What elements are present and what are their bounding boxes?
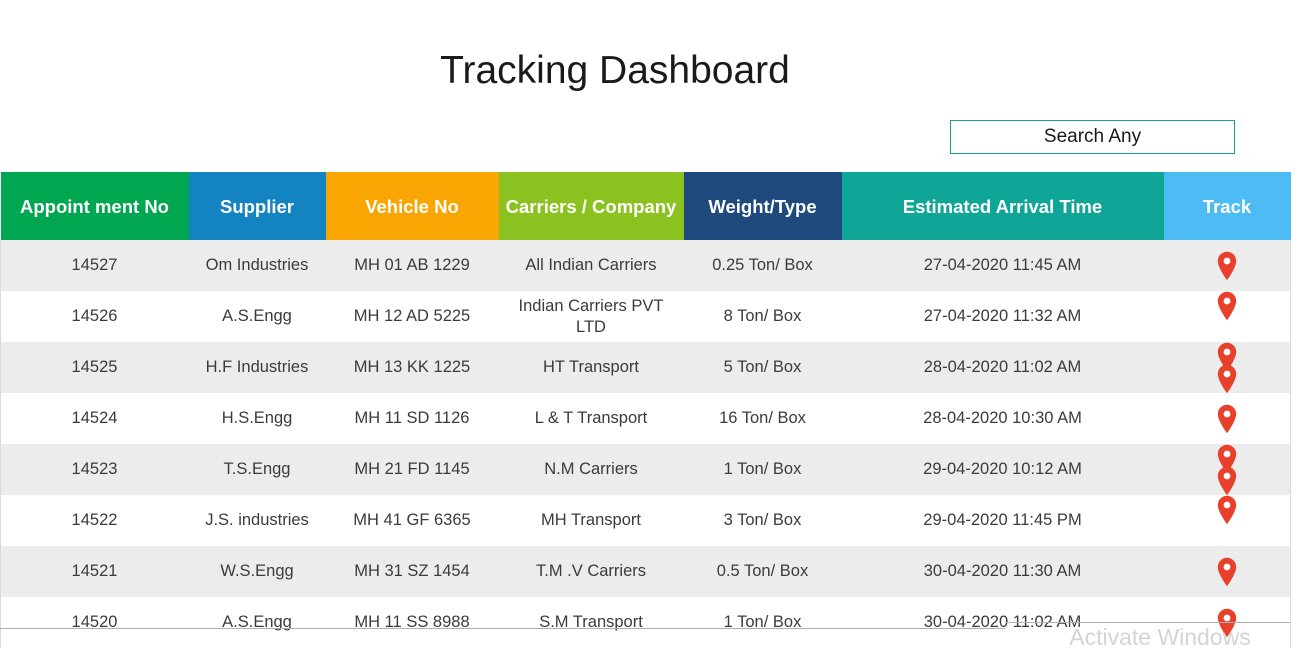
cell-supplier: H.S.Engg xyxy=(189,393,326,444)
column-header-label: Estimated Arrival Time xyxy=(903,196,1102,217)
table-row[interactable]: 14521W.S.EnggMH 31 SZ 1454T.M .V Carrier… xyxy=(1,546,1291,597)
column-header-label: Supplier xyxy=(220,196,294,217)
table-row[interactable]: 14523T.S.EnggMH 21 FD 1145N.M Carriers1 … xyxy=(1,444,1291,495)
column-header-carrier[interactable]: Carriers / Company xyxy=(499,172,684,240)
cell-appointment-no: 14526 xyxy=(1,291,189,342)
cell-eta: 29-04-2020 10:12 AM xyxy=(842,444,1164,495)
cell-track[interactable] xyxy=(1164,393,1291,444)
column-header-label: Weight/Type xyxy=(708,196,816,217)
cell-appointment-no: 14523 xyxy=(1,444,189,495)
cell-track[interactable] xyxy=(1164,291,1291,342)
cell-carrier: MH Transport xyxy=(499,495,684,546)
column-header-weight-type[interactable]: Weight/Type xyxy=(684,172,842,240)
cell-supplier: J.S. industries xyxy=(189,495,326,546)
cell-vehicle-no: MH 12 AD 5225 xyxy=(326,291,499,342)
cell-vehicle-no: MH 21 FD 1145 xyxy=(326,444,499,495)
cell-vehicle-no: MH 11 SS 8988 xyxy=(326,597,499,648)
column-header-eta[interactable]: Estimated Arrival Time xyxy=(842,172,1164,240)
table-body: 14527Om IndustriesMH 01 AB 1229All India… xyxy=(1,240,1291,648)
cell-eta: 29-04-2020 11:45 PM xyxy=(842,495,1164,546)
column-header-label: Carriers / Company xyxy=(506,196,677,217)
map-pin-icon[interactable] xyxy=(1170,557,1284,587)
cell-appointment-no: 14520 xyxy=(1,597,189,648)
column-header-label: Appoint ment No xyxy=(20,196,169,217)
cell-eta: 28-04-2020 11:02 AM xyxy=(842,342,1164,393)
tracking-table: Appoint ment No Supplier Vehicle No Carr… xyxy=(0,172,1291,648)
cell-weight-type: 3 Ton/ Box xyxy=(684,495,842,546)
cell-weight-type: 8 Ton/ Box xyxy=(684,291,842,342)
cell-carrier: S.M Transport xyxy=(499,597,684,648)
map-pin-icon[interactable] xyxy=(1170,495,1284,525)
map-pin-icon[interactable] xyxy=(1170,251,1284,281)
cell-supplier: Om Industries xyxy=(189,240,326,291)
cell-weight-type: 5 Ton/ Box xyxy=(684,342,842,393)
cell-carrier: T.M .V Carriers xyxy=(499,546,684,597)
cell-carrier: All Indian Carriers xyxy=(499,240,684,291)
table-header: Appoint ment No Supplier Vehicle No Carr… xyxy=(1,172,1291,240)
cell-weight-type: 0.25 Ton/ Box xyxy=(684,240,842,291)
cell-track[interactable] xyxy=(1164,444,1291,495)
column-header-vehicle-no[interactable]: Vehicle No xyxy=(326,172,499,240)
cell-carrier: Indian Carriers PVT LTD xyxy=(499,291,684,342)
map-pin-icon[interactable] xyxy=(1170,404,1284,434)
cell-carrier: N.M Carriers xyxy=(499,444,684,495)
table-row[interactable]: 14522J.S. industriesMH 41 GF 6365MH Tran… xyxy=(1,495,1291,546)
cell-appointment-no: 14524 xyxy=(1,393,189,444)
cell-appointment-no: 14525 xyxy=(1,342,189,393)
cell-appointment-no: 14521 xyxy=(1,546,189,597)
map-pin-icon[interactable] xyxy=(1170,291,1284,321)
cell-track[interactable] xyxy=(1164,546,1291,597)
cell-vehicle-no: MH 01 AB 1229 xyxy=(326,240,499,291)
map-pin-icon[interactable] xyxy=(1216,466,1238,496)
cell-supplier: A.S.Engg xyxy=(189,597,326,648)
cell-appointment-no: 14527 xyxy=(1,240,189,291)
cell-eta: 28-04-2020 10:30 AM xyxy=(842,393,1164,444)
cell-eta: 27-04-2020 11:45 AM xyxy=(842,240,1164,291)
column-header-supplier[interactable]: Supplier xyxy=(189,172,326,240)
cell-vehicle-no: MH 13 KK 1225 xyxy=(326,342,499,393)
cell-track[interactable] xyxy=(1164,240,1291,291)
cell-supplier: T.S.Engg xyxy=(189,444,326,495)
column-header-label: Track xyxy=(1203,196,1251,217)
table-row[interactable]: 14526A.S.EnggMH 12 AD 5225Indian Carrier… xyxy=(1,291,1291,342)
column-header-appointment-no[interactable]: Appoint ment No xyxy=(1,172,189,240)
cell-supplier: A.S.Engg xyxy=(189,291,326,342)
search-input[interactable] xyxy=(951,121,1234,153)
table-row[interactable]: 14525H.F IndustriesMH 13 KK 1225HT Trans… xyxy=(1,342,1291,393)
cell-weight-type: 1 Ton/ Box xyxy=(684,444,842,495)
cell-vehicle-no: MH 31 SZ 1454 xyxy=(326,546,499,597)
cell-eta: 30-04-2020 11:30 AM xyxy=(842,546,1164,597)
column-header-label: Vehicle No xyxy=(365,196,459,217)
cell-weight-type: 1 Ton/ Box xyxy=(684,597,842,648)
table-row[interactable]: 14527Om IndustriesMH 01 AB 1229All India… xyxy=(1,240,1291,291)
search-box[interactable] xyxy=(950,120,1235,154)
cell-eta: 27-04-2020 11:32 AM xyxy=(842,291,1164,342)
cell-weight-type: 0.5 Ton/ Box xyxy=(684,546,842,597)
cell-vehicle-no: MH 41 GF 6365 xyxy=(326,495,499,546)
cell-carrier: L & T Transport xyxy=(499,393,684,444)
cell-appointment-no: 14522 xyxy=(1,495,189,546)
watermark-divider xyxy=(1005,622,1290,623)
column-header-track[interactable]: Track xyxy=(1164,172,1291,240)
cell-track[interactable] xyxy=(1164,342,1291,393)
table-row[interactable]: 14524H.S.EnggMH 11 SD 1126L & T Transpor… xyxy=(1,393,1291,444)
cell-supplier: H.F Industries xyxy=(189,342,326,393)
cell-vehicle-no: MH 11 SD 1126 xyxy=(326,393,499,444)
cell-supplier: W.S.Engg xyxy=(189,546,326,597)
cell-track[interactable] xyxy=(1164,495,1291,546)
page-title: Tracking Dashboard xyxy=(0,46,1230,96)
cell-weight-type: 16 Ton/ Box xyxy=(684,393,842,444)
map-pin-icon[interactable] xyxy=(1216,364,1238,394)
table-header-row: Appoint ment No Supplier Vehicle No Carr… xyxy=(1,172,1291,240)
bottom-divider xyxy=(0,628,1005,629)
cell-carrier: HT Transport xyxy=(499,342,684,393)
